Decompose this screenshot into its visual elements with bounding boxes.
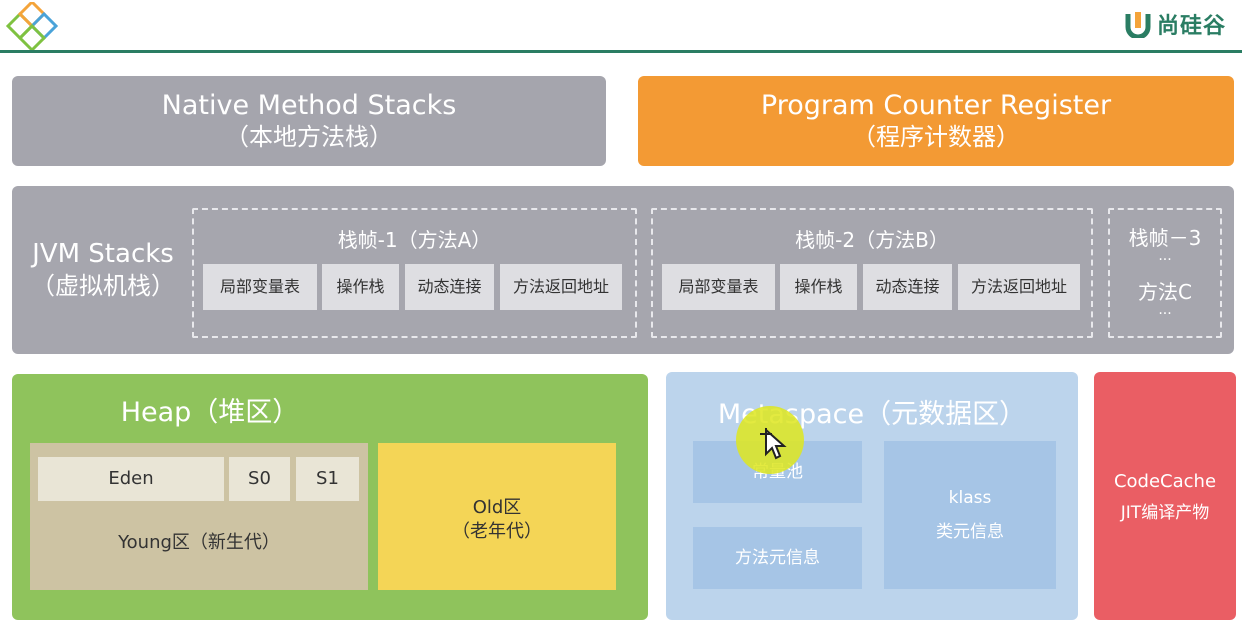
mouse-pointer-icon — [760, 427, 787, 460]
dynamic-linking: 动态连接 — [863, 264, 952, 310]
return-address: 方法返回地址 — [958, 264, 1080, 310]
pcr-subtitle: （程序计数器） — [852, 123, 1020, 151]
code-cache-title: CodeCache — [1113, 471, 1217, 492]
survivor-s0: S0 — [229, 457, 290, 501]
stack-frame-1-title: 栈帧-1（方法A） — [337, 228, 492, 252]
old-generation-label: Old区 — [472, 497, 522, 518]
stack-frame-3-dots-top: ... — [1158, 248, 1172, 264]
code-cache-block: CodeCache JIT编译产物 — [1094, 372, 1236, 620]
jvm-stacks-subtitle: （虚拟机栈） — [31, 272, 175, 300]
brand-logo-icon — [1125, 12, 1151, 38]
eden-space: Eden — [38, 457, 224, 501]
return-address: 方法返回地址 — [500, 264, 622, 310]
jvm-stacks-title: JVM Stacks — [32, 239, 174, 269]
brand: 尚硅谷 — [1125, 6, 1226, 42]
klass-block: klass 类元信息 — [884, 441, 1056, 589]
native-method-stacks-block: Native Method Stacks （本地方法栈） — [12, 76, 606, 166]
stack-frame-3-dots-bottom: ... — [1158, 302, 1172, 318]
stack-frame-3: 栈帧－3 ... 方法C ... — [1108, 208, 1222, 338]
klass-label: klass — [948, 488, 992, 508]
local-variable-table: 局部变量表 — [203, 264, 317, 310]
class-metadata-label: 类元信息 — [936, 522, 1004, 542]
program-counter-register-block: Program Counter Register （程序计数器） — [638, 76, 1234, 166]
survivor-s1: S1 — [296, 457, 359, 501]
code-cache-subtitle: JIT编译产物 — [1120, 503, 1210, 523]
method-metadata: 方法元信息 — [693, 527, 862, 589]
operand-stack: 操作栈 — [322, 264, 399, 310]
local-variable-table: 局部变量表 — [662, 264, 775, 310]
jvm-stacks-label: JVM Stacks （虚拟机栈） — [14, 238, 192, 302]
native-method-stacks-subtitle: （本地方法栈） — [225, 123, 393, 151]
stack-frame-3-title: 栈帧－3 — [1128, 226, 1202, 250]
dynamic-linking: 动态连接 — [405, 264, 494, 310]
header-divider — [0, 50, 1242, 53]
young-generation-label: Young区（新生代） — [118, 532, 280, 553]
stack-frame-3-method: 方法C — [1138, 280, 1192, 304]
operand-stack: 操作栈 — [780, 264, 857, 310]
native-method-stacks-title: Native Method Stacks — [161, 90, 457, 121]
brand-name: 尚硅谷 — [1156, 14, 1226, 39]
old-generation-sublabel: （老年代） — [452, 521, 542, 542]
logo-diamonds-icon — [5, 2, 59, 50]
heap-title: Heap（堆区） — [120, 397, 300, 428]
old-generation: Old区 （老年代） — [378, 443, 616, 590]
pcr-title: Program Counter Register — [760, 90, 1112, 121]
stack-frame-2-title: 栈帧-2（方法B） — [795, 228, 949, 252]
